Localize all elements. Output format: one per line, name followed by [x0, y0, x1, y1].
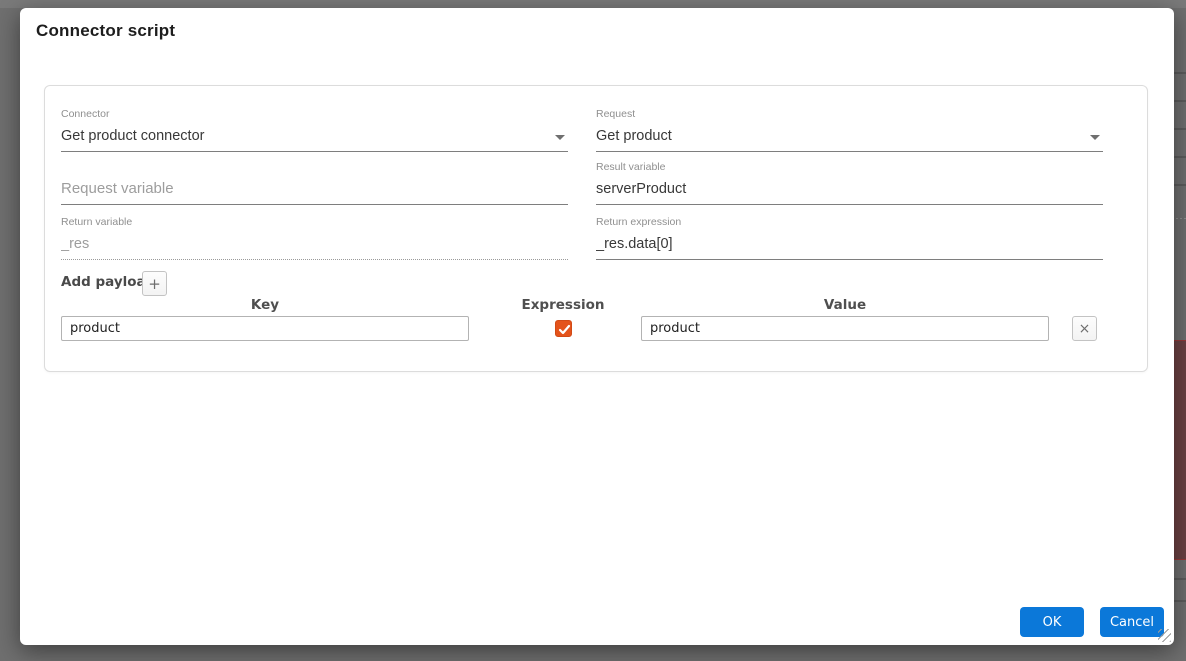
cancel-button[interactable]: Cancel: [1100, 607, 1164, 637]
return-expression-value: _res.data[0]: [596, 235, 1103, 259]
dialog-title: Connector script: [36, 21, 175, 41]
return-variable-value: _res: [61, 235, 568, 259]
check-icon: [557, 322, 572, 337]
return-expression-label: Return expression: [596, 217, 1103, 228]
result-variable-value: serverProduct: [596, 180, 1103, 204]
connector-label: Connector: [61, 109, 568, 120]
request-select[interactable]: Request Get product: [596, 109, 1103, 152]
background-table-divider: [1172, 72, 1186, 74]
return-variable-label: Return variable: [61, 217, 568, 228]
result-variable-field[interactable]: Result variable serverProduct: [596, 162, 1103, 205]
ok-button[interactable]: OK: [1020, 607, 1084, 637]
request-variable-input[interactable]: [61, 180, 568, 204]
dropdown-arrow-icon: [1090, 135, 1100, 140]
background-table-divider: [1172, 600, 1186, 602]
background-table-divider: [1172, 578, 1186, 580]
connector-form-card: Connector Get product connector Request …: [44, 85, 1148, 372]
background-table-divider: [1172, 184, 1186, 186]
request-variable-field: [61, 162, 568, 205]
connector-script-dialog: Connector script Connector Get product c…: [20, 8, 1174, 645]
backdrop-top-bar: [0, 0, 1186, 8]
close-icon: ×: [1079, 321, 1091, 337]
background-table-divider: [1172, 128, 1186, 130]
dropdown-arrow-icon: [555, 135, 565, 140]
background-table-divider: [1172, 100, 1186, 102]
remove-payload-row-button[interactable]: ×: [1072, 316, 1097, 341]
background-highlighted-row: [1172, 340, 1186, 560]
background-table-divider: [1172, 218, 1186, 219]
connector-select[interactable]: Connector Get product connector: [61, 109, 568, 152]
request-label: Request: [596, 109, 1103, 120]
payload-value-input[interactable]: [641, 316, 1049, 341]
expression-checkbox[interactable]: [555, 320, 572, 337]
expression-column-header: Expression: [505, 297, 621, 313]
key-column-header: Key: [61, 297, 469, 313]
value-column-header: Value: [641, 297, 1049, 313]
add-payload-button[interactable]: +: [142, 271, 167, 296]
request-value: Get product: [596, 127, 1103, 151]
resize-handle[interactable]: [1158, 629, 1171, 642]
payload-key-input[interactable]: [61, 316, 469, 341]
background-table-divider: [1172, 156, 1186, 158]
return-expression-field[interactable]: Return expression _res.data[0]: [596, 217, 1103, 260]
return-variable-field: Return variable _res: [61, 217, 568, 260]
result-variable-label: Result variable: [596, 162, 1103, 173]
connector-value: Get product connector: [61, 127, 568, 151]
